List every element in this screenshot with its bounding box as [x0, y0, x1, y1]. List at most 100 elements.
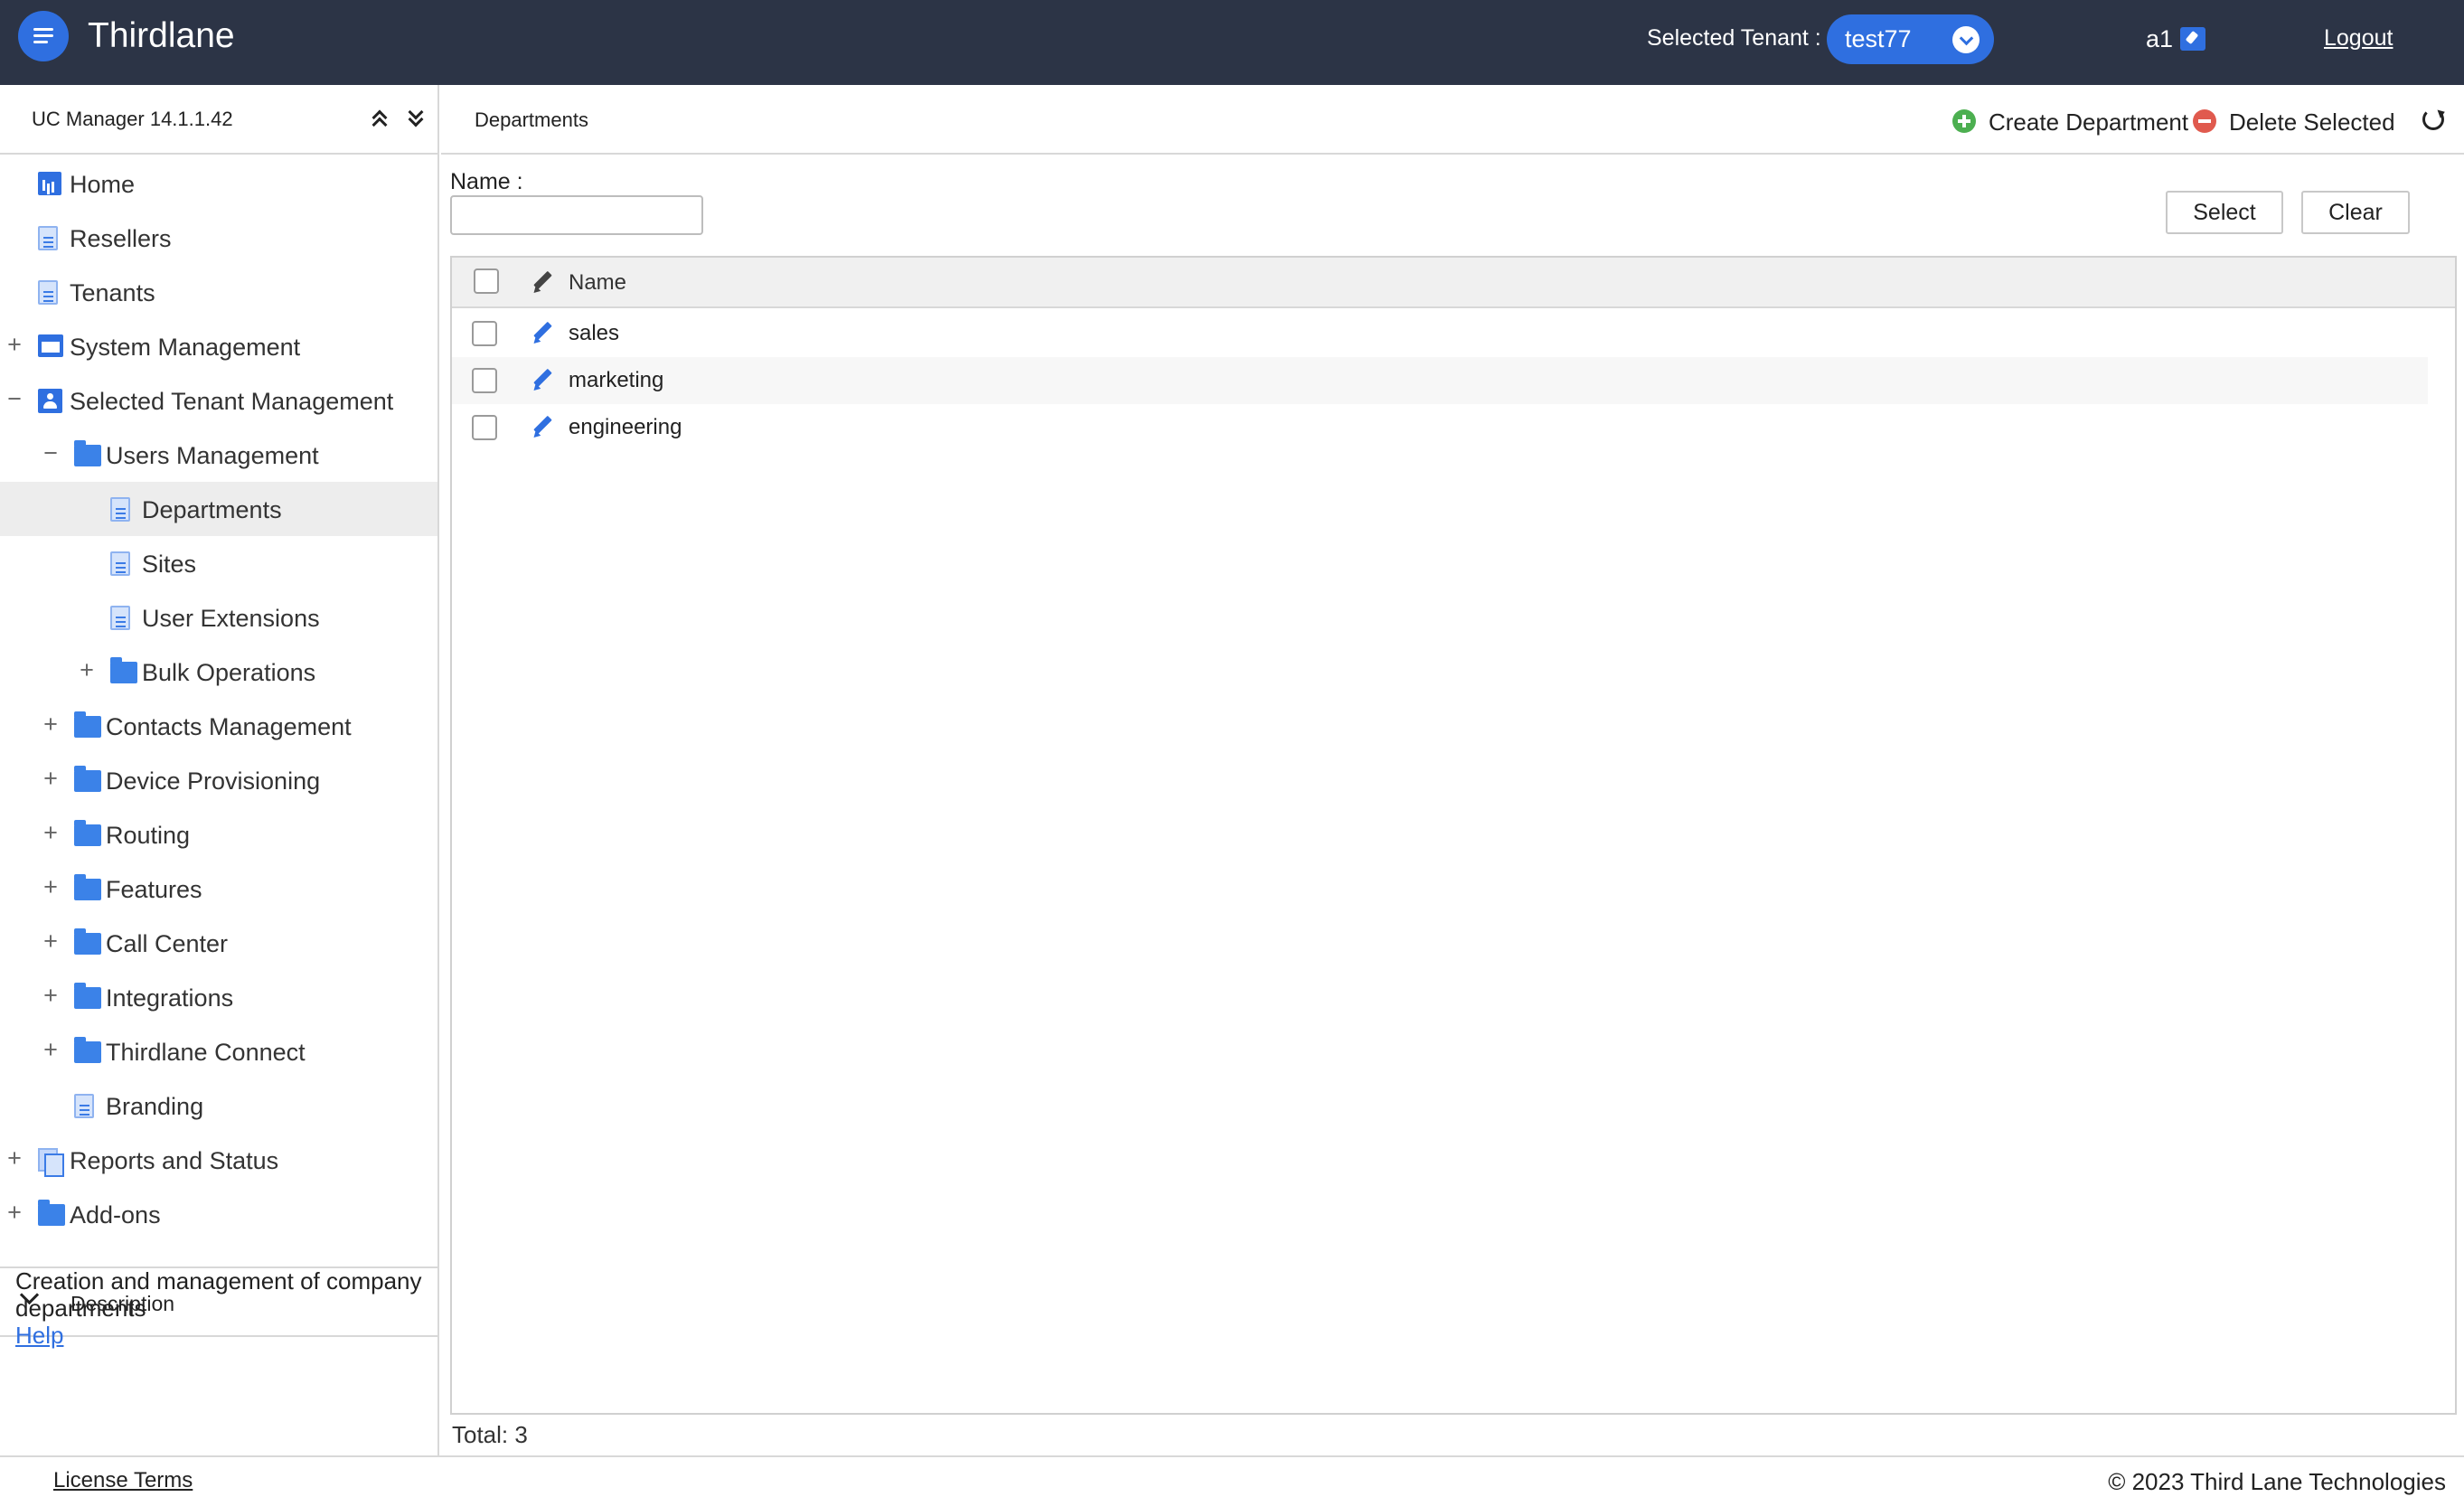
- sidebar-item-users-management[interactable]: − Users Management: [0, 428, 437, 482]
- sidebar-item-label: Tenants: [70, 279, 155, 306]
- refresh-icon[interactable]: [2422, 108, 2444, 130]
- sidebar-item-label: Integrations: [106, 984, 234, 1012]
- name-filter-input[interactable]: [450, 195, 703, 235]
- document-icon: [38, 280, 58, 305]
- sidebar-item-features[interactable]: + Features: [0, 861, 437, 916]
- documents-icon: [38, 1148, 64, 1177]
- table-row[interactable]: marketing: [452, 357, 2428, 404]
- sidebar-item-label: Routing: [106, 822, 191, 849]
- collapse-icon[interactable]: −: [5, 386, 24, 411]
- expand-icon[interactable]: +: [42, 766, 60, 791]
- sidebar-item-bulk-operations[interactable]: + Bulk Operations: [0, 645, 437, 699]
- expand-icon[interactable]: +: [5, 1145, 24, 1171]
- sidebar-item-user-extensions[interactable]: User Extensions: [0, 590, 437, 645]
- sidebar-item-routing[interactable]: + Routing: [0, 807, 437, 861]
- sidebar-item-contacts-management[interactable]: + Contacts Management: [0, 699, 437, 753]
- sidebar-item-system-management[interactable]: + System Management: [0, 319, 437, 373]
- sidebar-item-label: Add-ons: [70, 1201, 161, 1229]
- edit-pencil-icon[interactable]: [530, 319, 557, 346]
- chevron-down-icon: [1952, 26, 1980, 53]
- expand-icon[interactable]: +: [78, 657, 96, 683]
- sidebar-item-label: Thirdlane Connect: [106, 1039, 306, 1066]
- page-title: Departments: [475, 108, 588, 131]
- sidebar-item-departments[interactable]: Departments: [0, 482, 437, 536]
- selected-tenant-label: Selected Tenant :: [1647, 25, 1821, 51]
- document-icon: [110, 606, 130, 630]
- sidebar-item-call-center[interactable]: + Call Center: [0, 916, 437, 970]
- department-name[interactable]: marketing: [569, 368, 663, 393]
- description-body: Creation and management of company depar…: [15, 1267, 431, 1349]
- sidebar-item-home[interactable]: Home: [0, 156, 437, 211]
- sidebar-item-label: Contacts Management: [106, 713, 352, 740]
- sidebar-item-label: Bulk Operations: [142, 659, 316, 686]
- top-bar: Thirdlane Selected Tenant : test77 a1 Lo…: [0, 0, 2464, 85]
- sidebar-item-device-provisioning[interactable]: + Device Provisioning: [0, 753, 437, 807]
- minus-circle-icon: [2193, 109, 2216, 133]
- sidebar-item-thirdlane-connect[interactable]: + Thirdlane Connect: [0, 1024, 437, 1078]
- tenant-select[interactable]: test77: [1827, 14, 1994, 64]
- collapse-all-icon[interactable]: [371, 108, 389, 133]
- edit-pencil-icon[interactable]: [530, 413, 557, 440]
- expand-icon[interactable]: +: [42, 928, 60, 954]
- row-checkbox[interactable]: [472, 321, 497, 346]
- help-link[interactable]: Help: [15, 1322, 431, 1349]
- expand-icon[interactable]: +: [5, 332, 24, 357]
- expand-icon[interactable]: +: [42, 983, 60, 1008]
- sidebar-item-reports-and-status[interactable]: + Reports and Status: [0, 1133, 437, 1187]
- sidebar-item-selected-tenant-management[interactable]: − Selected Tenant Management: [0, 373, 437, 428]
- sidebar-item-label: Sites: [142, 551, 197, 578]
- sidebar-item-branding[interactable]: Branding: [0, 1078, 437, 1133]
- department-name[interactable]: sales: [569, 321, 619, 346]
- copyright-text: © 2023 Third Lane Technologies: [2108, 1468, 2446, 1495]
- document-icon: [110, 551, 130, 576]
- brand-name: Thirdlane: [88, 16, 235, 55]
- license-terms-link[interactable]: License Terms: [53, 1468, 193, 1493]
- expand-icon[interactable]: +: [42, 874, 60, 899]
- table-row[interactable]: sales: [452, 310, 2428, 357]
- clear-button[interactable]: Clear: [2301, 191, 2410, 234]
- select-button[interactable]: Select: [2166, 191, 2283, 234]
- sidebar-item-label: Call Center: [106, 930, 229, 957]
- row-checkbox[interactable]: [472, 415, 497, 440]
- expand-icon[interactable]: +: [42, 1037, 60, 1062]
- folder-icon: [38, 1200, 65, 1226]
- sidebar-item-sites[interactable]: Sites: [0, 536, 437, 590]
- row-checkbox[interactable]: [472, 368, 497, 393]
- thirdlane-logo-icon[interactable]: [18, 11, 69, 61]
- logout-link[interactable]: Logout: [2324, 25, 2393, 52]
- app-version: UC Manager 14.1.1.42: [32, 108, 233, 130]
- sidebar-item-label: Features: [106, 876, 202, 903]
- table-row[interactable]: engineering: [452, 404, 2428, 451]
- expand-icon[interactable]: +: [5, 1200, 24, 1225]
- collapse-icon[interactable]: −: [42, 440, 60, 466]
- chart-icon: [38, 172, 61, 195]
- expand-icon[interactable]: +: [42, 711, 60, 737]
- sidebar-item-label: Reports and Status: [70, 1147, 279, 1174]
- sidebar-item-label: Users Management: [106, 442, 319, 469]
- sidebar-item-tenants[interactable]: Tenants: [0, 265, 437, 319]
- sidebar-item-label: Device Provisioning: [106, 767, 321, 795]
- sidebar-item-label: Branding: [106, 1093, 204, 1120]
- expand-all-icon[interactable]: [407, 104, 425, 130]
- window-icon: [38, 334, 63, 357]
- department-name[interactable]: engineering: [569, 415, 682, 440]
- sidebar-item-integrations[interactable]: + Integrations: [0, 970, 437, 1024]
- folder-icon: [74, 766, 101, 792]
- user-name: a1: [2146, 25, 2174, 52]
- create-department-button[interactable]: Create Department: [1952, 105, 2188, 136]
- grid-header: Name: [452, 258, 2455, 308]
- expand-icon[interactable]: +: [42, 820, 60, 845]
- sidebar-item-label: Resellers: [70, 225, 172, 252]
- departments-grid: Name sales marketing engineering: [450, 256, 2457, 1415]
- folder-icon: [74, 820, 101, 846]
- sidebar-item-label: Departments: [142, 496, 282, 523]
- sidebar-item-resellers[interactable]: Resellers: [0, 211, 437, 265]
- edit-pencil-icon[interactable]: [530, 366, 557, 393]
- folder-icon: [74, 1037, 101, 1063]
- document-icon: [110, 497, 130, 522]
- column-header-name[interactable]: Name: [569, 270, 626, 296]
- sidebar-item-add-ons[interactable]: + Add-ons: [0, 1187, 437, 1241]
- select-all-checkbox[interactable]: [474, 268, 499, 294]
- delete-selected-button[interactable]: Delete Selected: [2193, 105, 2395, 136]
- wrench-icon[interactable]: [2180, 27, 2205, 51]
